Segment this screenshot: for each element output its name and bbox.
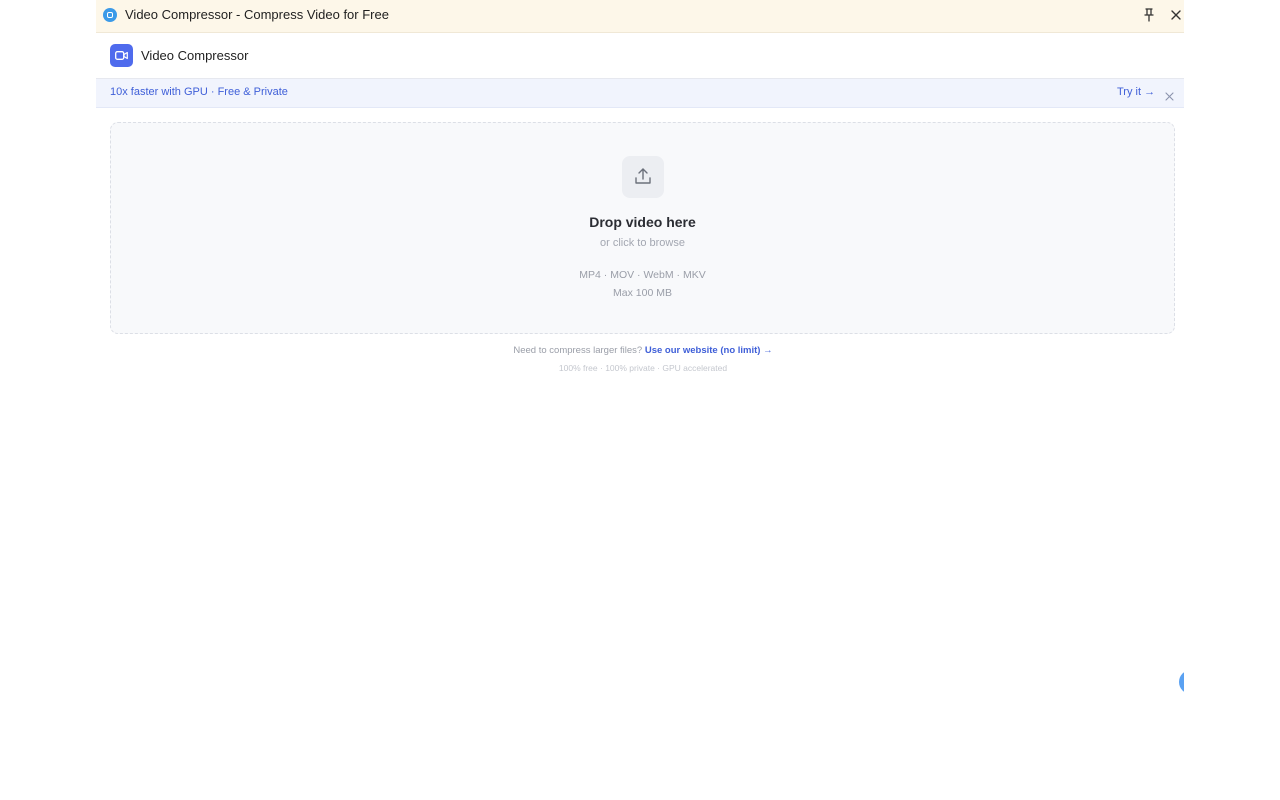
try-it-link[interactable]: Try it → [1117, 86, 1155, 98]
upload-icon [622, 156, 664, 198]
app-name: Video Compressor [141, 48, 249, 63]
close-icon[interactable] [1165, 88, 1174, 101]
footer-prompt: Need to compress larger files? [513, 345, 643, 356]
footer-note: Need to compress larger files? Use our w… [96, 345, 1184, 356]
app-header: Video Compressor [96, 33, 1184, 79]
floating-action-button[interactable] [1179, 670, 1184, 694]
video-camera-icon [110, 44, 133, 67]
pin-icon[interactable] [1142, 7, 1156, 23]
extension-panel: Video Compressor - Compress Video for Fr… [96, 0, 1184, 800]
footer-tagline: 100% free · 100% private · GPU accelerat… [558, 363, 728, 373]
supported-formats: MP4 · MOV · WebM · MKV [579, 269, 706, 281]
website-link[interactable]: Use our website (no limit) → [645, 345, 773, 356]
app-icon [103, 8, 117, 22]
promo-banner: 10x faster with GPU · Free & Private Try… [96, 79, 1184, 108]
promo-text: 10x faster with GPU · Free & Private [110, 86, 288, 98]
window-titlebar: Video Compressor - Compress Video for Fr… [96, 0, 1184, 33]
drop-subtitle: or click to browse [600, 237, 685, 249]
video-dropzone[interactable]: Drop video here or click to browse MP4 ·… [110, 122, 1175, 334]
window-title: Video Compressor - Compress Video for Fr… [125, 7, 389, 22]
max-file-size: Max 100 MB [613, 287, 672, 299]
drop-title: Drop video here [589, 214, 696, 230]
close-icon[interactable] [1169, 8, 1183, 22]
